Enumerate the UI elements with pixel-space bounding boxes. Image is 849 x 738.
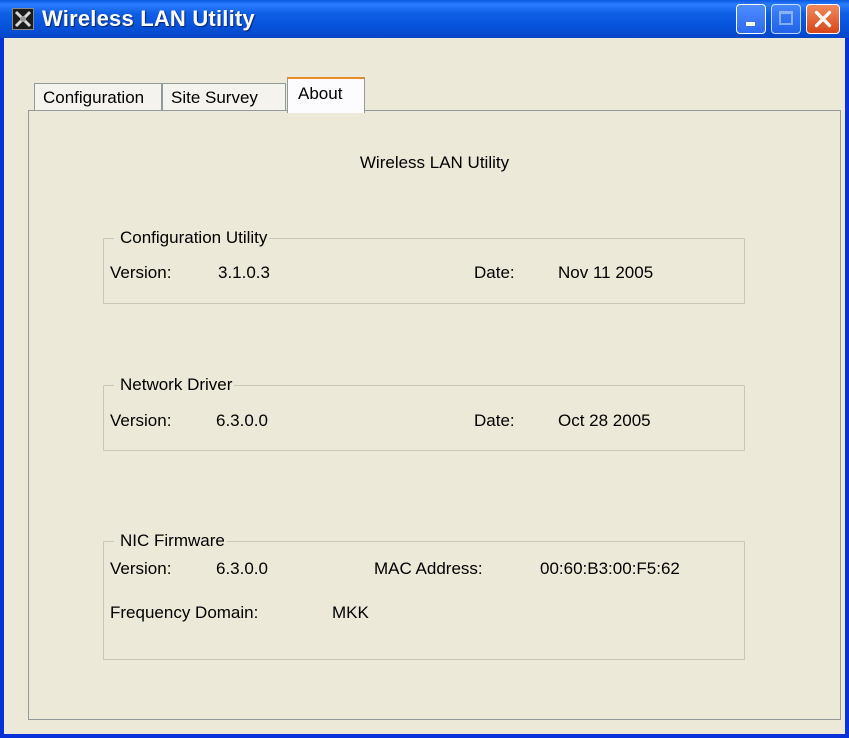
frequency-domain-value: MKK	[332, 603, 369, 622]
tab-site-survey[interactable]: Site Survey	[162, 83, 286, 111]
group-label: Network Driver	[114, 375, 235, 395]
tab-configuration[interactable]: Configuration	[34, 83, 162, 111]
version-value: 6.3.0.0	[216, 559, 268, 578]
mac-address-value: 00:60:B3:00:F5:62	[540, 559, 680, 578]
close-button[interactable]	[806, 4, 840, 34]
close-icon	[814, 10, 832, 28]
date-label: Date:	[474, 411, 515, 430]
group-label: Configuration Utility	[114, 228, 270, 248]
about-panel: Wireless LAN Utility Configuration Utili…	[28, 110, 841, 720]
version-label: Version:	[110, 559, 172, 578]
group-label: NIC Firmware	[114, 531, 227, 551]
nic-firmware-group: NIC Firmware Version: 6.3.0.0 MAC Addres…	[103, 531, 745, 660]
date-value: Oct 28 2005	[558, 411, 651, 430]
frequency-domain-label: Frequency Domain:	[110, 603, 259, 622]
about-heading: Wireless LAN Utility	[359, 153, 510, 172]
version-label: Version:	[110, 411, 172, 430]
tab-about[interactable]: About	[287, 77, 365, 113]
mac-address-label: MAC Address:	[374, 559, 483, 578]
maximize-button[interactable]	[771, 4, 801, 34]
version-value: 6.3.0.0	[216, 411, 268, 430]
window: Wireless LAN Utility Configuration Site …	[0, 0, 849, 738]
title-bar[interactable]: Wireless LAN Utility	[0, 0, 849, 38]
minimize-icon	[746, 22, 755, 26]
version-label: Version:	[110, 263, 172, 282]
version-value: 3.1.0.3	[218, 263, 270, 282]
date-value: Nov 11 2005	[558, 263, 654, 282]
minimize-button[interactable]	[736, 4, 766, 34]
maximize-icon	[779, 11, 793, 25]
network-driver-group: Network Driver Version: 6.3.0.0 Date: Oc…	[103, 375, 745, 451]
app-icon[interactable]	[12, 8, 34, 30]
date-label: Date:	[474, 263, 515, 282]
configuration-utility-group: Configuration Utility Version: 3.1.0.3 D…	[103, 228, 745, 304]
window-title: Wireless LAN Utility	[42, 6, 255, 31]
